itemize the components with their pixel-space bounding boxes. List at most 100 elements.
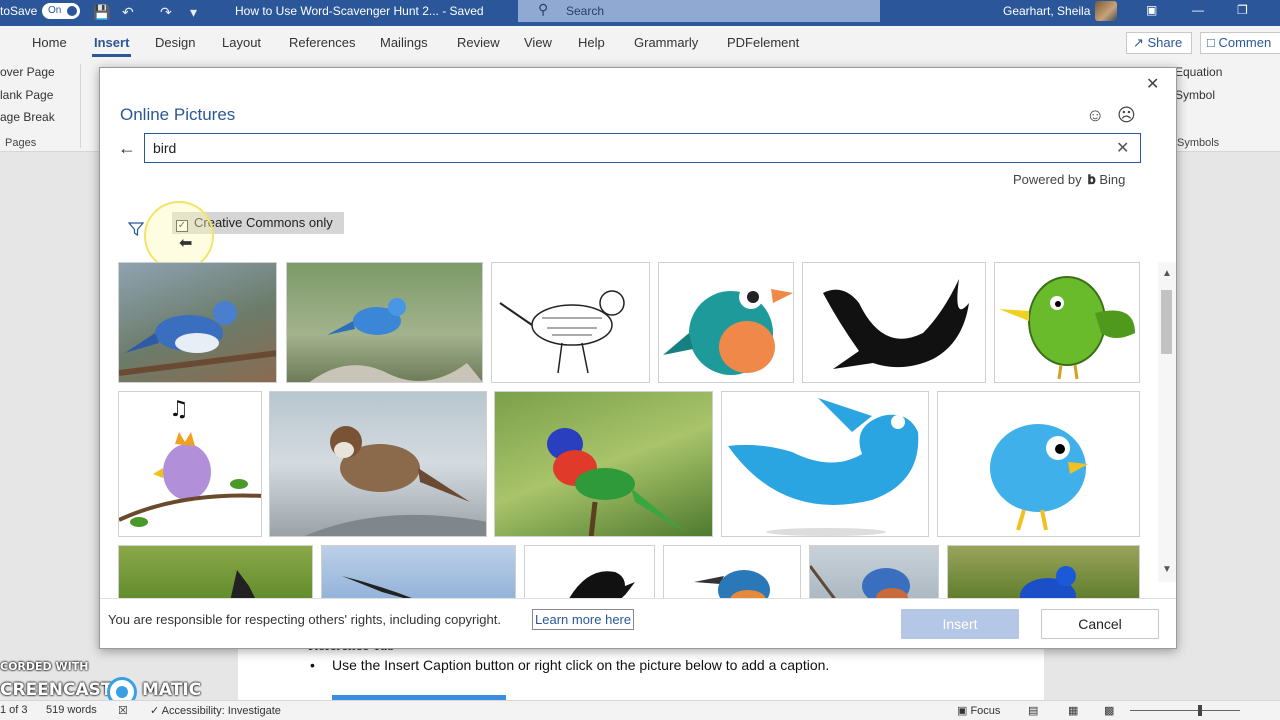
black-silhouette-image [823, 279, 969, 369]
eastern-bluebird-image [810, 565, 910, 598]
result-indigo-bunting[interactable] [947, 545, 1140, 598]
tab-view[interactable]: View [524, 35, 552, 50]
creative-commons-label: Creative Commons only [194, 215, 333, 230]
result-blue-jay[interactable] [118, 262, 277, 383]
word-count[interactable]: 519 words [46, 704, 97, 716]
watermark-line2b: MATIC [142, 680, 202, 700]
insert-button[interactable]: Insert [901, 609, 1019, 639]
read-mode-icon[interactable]: ▤ [1028, 704, 1038, 717]
learn-more-link[interactable]: Learn more here [532, 609, 635, 630]
save-icon[interactable]: 💾 [93, 4, 110, 21]
bing-label: Bing [1099, 172, 1126, 187]
tab-layout[interactable]: Layout [222, 35, 261, 50]
tab-pdfelement[interactable]: PDFelement [727, 35, 799, 50]
dialog-title: Online Pictures [120, 105, 236, 124]
clear-search-icon[interactable]: ✕ [1116, 138, 1129, 158]
dialog-footer: You are responsible for respecting other… [100, 598, 1176, 648]
result-green-cartoon-bird[interactable] [994, 262, 1140, 383]
scrollbar-thumb[interactable] [1161, 290, 1172, 354]
tab-references[interactable]: References [289, 35, 355, 50]
result-black-silhouette-small[interactable] [524, 545, 655, 598]
tab-grammarly[interactable]: Grammarly [634, 35, 698, 50]
status-bar: 1 of 3 519 words ☒ ✓ Accessibility: Inve… [0, 700, 1280, 720]
focus-button[interactable]: ▣ Focus [957, 704, 1000, 717]
crested-bird-image [230, 570, 255, 598]
result-sparrow[interactable] [269, 391, 487, 537]
pages-group-label: Pages [5, 137, 37, 149]
copyright-disclaimer: You are responsible for respecting other… [108, 612, 501, 627]
cover-page-button[interactable]: over Page [0, 65, 55, 79]
ribbon-display-icon[interactable]: ▣ [1146, 3, 1157, 17]
powered-by: Powered by 𝐛 Bing [1013, 172, 1125, 188]
result-kingfisher[interactable] [663, 545, 801, 598]
tab-help[interactable]: Help [578, 35, 605, 50]
document-title[interactable]: How to Use Word-Scavenger Hunt 2... - Sa… [235, 4, 484, 18]
page-count[interactable]: 1 of 3 [0, 704, 28, 716]
autosave-label: toSave [0, 4, 38, 18]
result-eastern-bluebird[interactable] [809, 545, 939, 598]
picture-search-input[interactable] [144, 133, 1141, 163]
cancel-button[interactable]: Cancel [1041, 609, 1159, 639]
search-placeholder: Search [566, 4, 605, 18]
scroll-up-icon[interactable]: ▲ [1162, 268, 1172, 279]
avatar[interactable] [1095, 1, 1117, 21]
result-black-silhouette[interactable] [802, 262, 986, 383]
tab-mailings[interactable]: Mailings [380, 35, 428, 50]
symbol-button[interactable]: Symbol [1175, 88, 1215, 102]
results-scrollbar[interactable]: ▲ ▼ [1158, 262, 1176, 582]
ribbon-tabs: Home Insert Design Layout References Mai… [0, 26, 1280, 60]
tab-review[interactable]: Review [457, 35, 500, 50]
bird-drawing-image [499, 290, 625, 374]
teal-cartoon-bird-image [663, 285, 793, 375]
indigo-bunting-image [1020, 566, 1076, 598]
comments-button[interactable]: □ Commen [1200, 32, 1280, 54]
back-arrow-icon[interactable]: ← [118, 138, 136, 159]
result-lorikeet[interactable] [494, 391, 713, 537]
web-layout-icon[interactable]: ▩ [1104, 704, 1114, 717]
symbols-group-label: Symbols [1177, 137, 1220, 149]
zoom-slider-track[interactable] [1130, 710, 1240, 711]
minimize-icon[interactable]: — [1192, 3, 1204, 17]
tab-insert[interactable]: Insert [91, 35, 132, 57]
print-layout-icon[interactable]: ▦ [1068, 704, 1078, 717]
result-bird-in-flight[interactable] [321, 545, 516, 598]
smile-feedback-icon[interactable]: ☺ [1086, 105, 1104, 126]
zoom-slider-thumb[interactable] [1198, 705, 1202, 716]
online-pictures-dialog: ✕ Online Pictures ☺ ☹ ← ✕ Powered by 𝐛 Bi… [99, 67, 1177, 649]
filter-icon[interactable] [128, 221, 144, 237]
result-twitter-bird[interactable] [721, 391, 929, 537]
comments-label: Commen [1218, 35, 1272, 50]
accessibility-status[interactable]: ✓ Accessibility: Investigate [150, 704, 281, 717]
frown-feedback-icon[interactable]: ☹ [1117, 105, 1136, 126]
autosave-state: On [48, 5, 62, 16]
watermark-line1: CORDED WITH [0, 660, 89, 673]
scroll-down-icon[interactable]: ▼ [1162, 564, 1172, 575]
tab-design[interactable]: Design [155, 35, 195, 50]
user-name[interactable]: Gearhart, Sheila [1003, 4, 1090, 18]
equation-button[interactable]: Equation [1175, 65, 1222, 79]
result-bluebird[interactable] [286, 262, 483, 383]
search-icon: ⚲ [538, 1, 549, 17]
bing-logo-icon: 𝐛 [1087, 172, 1096, 187]
tab-home[interactable]: Home [32, 35, 67, 50]
result-crested-bird[interactable] [118, 545, 313, 598]
proofing-icon[interactable]: ☒ [118, 704, 128, 717]
blank-page-button[interactable]: lank Page [0, 88, 53, 102]
result-bird-drawing[interactable] [491, 262, 650, 383]
share-button[interactable]: ↗ Share [1126, 32, 1192, 54]
page-break-button[interactable]: age Break [0, 110, 55, 124]
blue-jay-image [119, 301, 276, 376]
result-fluffy-blue-bird[interactable] [937, 391, 1140, 537]
autosave-toggle[interactable]: On [42, 3, 80, 19]
customize-qat-icon[interactable]: ▾ [190, 4, 197, 21]
restore-icon[interactable]: ❐ [1237, 3, 1248, 17]
result-purple-singing-bird[interactable]: ♫ [118, 391, 262, 537]
undo-icon[interactable]: ↶ [122, 4, 134, 21]
kingfisher-image [694, 570, 770, 598]
black-silhouette-small-image [569, 571, 635, 598]
redo-icon[interactable]: ↷ [160, 4, 172, 21]
close-icon[interactable]: ✕ [1146, 74, 1159, 94]
result-teal-cartoon-bird[interactable] [658, 262, 794, 383]
powered-by-label: Powered by [1013, 172, 1082, 187]
tell-me-search[interactable]: ⚲ Search [518, 0, 880, 22]
